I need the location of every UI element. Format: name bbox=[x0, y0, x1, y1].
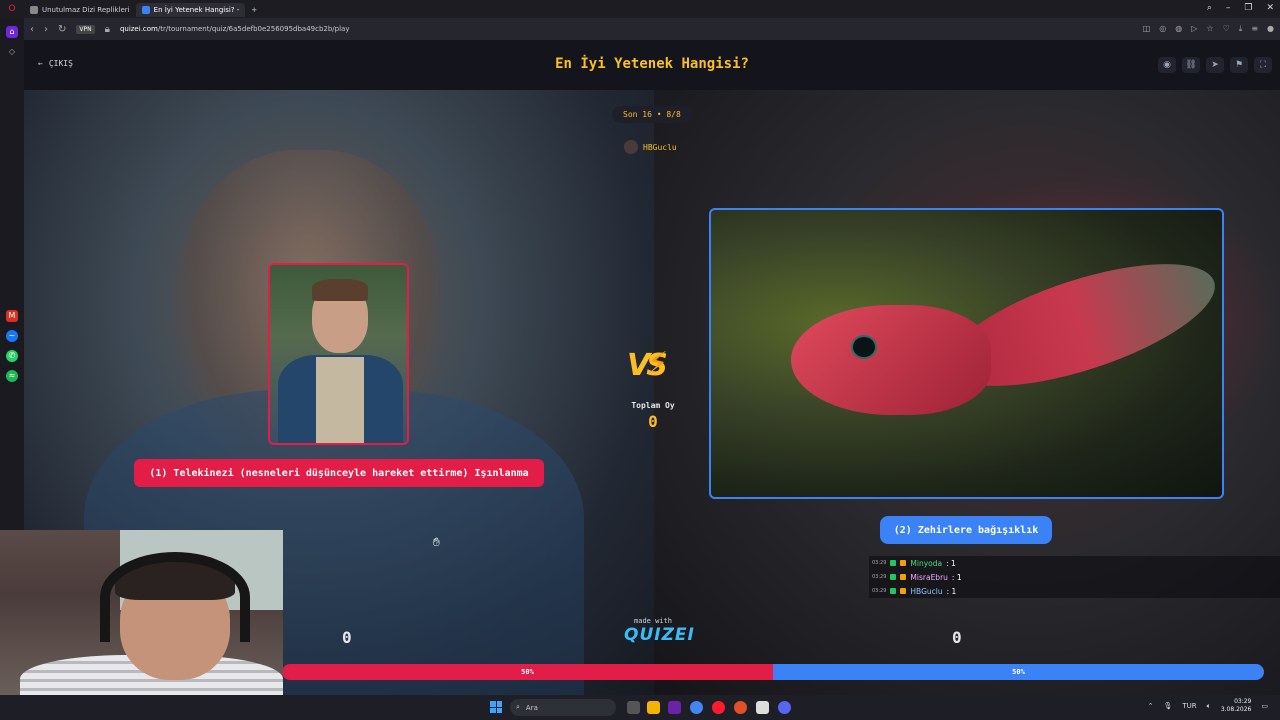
camera-icon[interactable]: ◎ bbox=[1159, 24, 1166, 34]
avatar bbox=[624, 140, 638, 154]
spotify-icon[interactable]: ≈ bbox=[6, 370, 18, 382]
windows-start-icon[interactable] bbox=[490, 701, 502, 713]
page-title: En İyi Yetenek Hangisi? bbox=[555, 56, 749, 72]
creator-tag[interactable]: HBGuclu bbox=[624, 140, 677, 154]
search-icon: ⌕ bbox=[516, 703, 520, 711]
maximize-icon[interactable]: ❐ bbox=[1244, 3, 1252, 13]
snapshot-icon[interactable]: ◫ bbox=[1143, 24, 1151, 34]
tab-quizei[interactable]: En İyi Yetenek Hangisi? - bbox=[135, 3, 246, 17]
send-icon[interactable]: ➤ bbox=[1206, 57, 1224, 73]
flag-icon[interactable]: ⚑ bbox=[1230, 57, 1248, 73]
app-icon[interactable] bbox=[668, 701, 681, 714]
menu-icon[interactable]: ≡ bbox=[1251, 24, 1258, 34]
total-votes-value: 0 bbox=[648, 412, 658, 431]
option-left-button[interactable]: (1) Telekinezi (nesneleri düşünceyle har… bbox=[134, 459, 544, 487]
chat-row: 03:29 MisraEbru: 1 bbox=[869, 570, 1280, 584]
download-icon[interactable]: ⤓ bbox=[1239, 24, 1243, 34]
discord-icon[interactable] bbox=[778, 701, 791, 714]
quizei-logo: QUIZEI bbox=[624, 625, 695, 645]
language-indicator[interactable]: TUR bbox=[1182, 702, 1196, 710]
pin-icon[interactable]: ◇ bbox=[6, 46, 18, 58]
chat-row: 03:29 Minyoda: 1 bbox=[869, 556, 1280, 570]
whatsapp-icon[interactable]: ✆ bbox=[6, 350, 18, 362]
made-with-quizei[interactable]: made with QUIZEI bbox=[624, 617, 695, 645]
vote-progress-bar: 50% 50% bbox=[282, 664, 1264, 680]
notepad-icon[interactable] bbox=[756, 701, 769, 714]
tab-favicon-icon bbox=[141, 6, 150, 14]
speaker-icon[interactable]: 🔈︎ bbox=[1207, 702, 1211, 711]
forward-arrow-icon[interactable]: › bbox=[44, 24, 48, 35]
clock[interactable]: 03:29 3.08.2026 bbox=[1221, 698, 1252, 714]
chat-row: 03:29 HBGuclu: 1 bbox=[869, 584, 1280, 598]
option-left-image[interactable] bbox=[268, 263, 409, 445]
lock-icon[interactable]: 🔒︎ bbox=[105, 24, 110, 35]
heart-icon[interactable]: ♡ bbox=[1223, 24, 1230, 34]
app-icon[interactable] bbox=[734, 701, 747, 714]
webcam-overlay bbox=[0, 530, 283, 695]
taskbar-search[interactable]: ⌕ Ara bbox=[510, 699, 616, 716]
link-icon[interactable]: ⛓ bbox=[1182, 57, 1200, 73]
taskbar: ⌕ Ara ⌃ 🎙︎ TUR 🔈︎ 03:29 3.08.2026 ▭ bbox=[0, 695, 1280, 720]
new-tab-button[interactable]: + bbox=[245, 3, 263, 17]
system-tray: ⌃ 🎙︎ TUR 🔈︎ 03:29 3.08.2026 ▭ bbox=[1148, 698, 1268, 714]
play-icon[interactable]: ▷ bbox=[1191, 24, 1197, 34]
chevron-up-icon[interactable]: ⌃ bbox=[1148, 702, 1154, 710]
plus-icon: + bbox=[251, 6, 258, 14]
tab-dizi-replikleri[interactable]: Unutulmaz Dizi Replikleri bbox=[24, 3, 136, 17]
lightning-icon: ⚡ bbox=[647, 346, 669, 381]
window-controls: ⌕ – ❐ ✕ bbox=[1207, 3, 1274, 13]
messenger-icon[interactable]: ~ bbox=[6, 330, 18, 342]
eye-icon[interactable]: ◉ bbox=[1158, 57, 1176, 73]
total-votes-label: Toplam Oy bbox=[631, 401, 675, 410]
vpn-badge[interactable]: VPN bbox=[76, 24, 95, 34]
bookmark-icon[interactable]: ☆ bbox=[1206, 24, 1213, 34]
browser-toolbar: ◫ ◎ ◍ ▷ ☆ ♡ ⤓ ≡ ● bbox=[1143, 24, 1274, 34]
back-arrow-icon[interactable]: ‹ bbox=[30, 24, 34, 35]
search-icon[interactable]: ⌕ bbox=[1207, 3, 1212, 13]
fullscreen-icon[interactable]: ⛶ bbox=[1254, 57, 1272, 73]
opera-icon[interactable] bbox=[712, 701, 725, 714]
tab-favicon-icon bbox=[30, 6, 38, 14]
close-icon[interactable]: ✕ bbox=[1266, 3, 1274, 13]
minimize-icon[interactable]: – bbox=[1226, 3, 1231, 13]
vs-logo: VS ⚡ bbox=[627, 346, 669, 383]
opera-logo-icon[interactable]: O bbox=[0, 4, 24, 14]
address-bar: ‹ › ↻ VPN 🔒︎ quizei.com/tr/tournament/qu… bbox=[24, 18, 1280, 40]
browser-tab-bar: O Unutulmaz Dizi Replikleri En İyi Yeten… bbox=[0, 0, 1280, 18]
shield-icon[interactable]: ◍ bbox=[1175, 24, 1182, 34]
mouse-cursor: ✋︎ bbox=[433, 535, 440, 549]
option-right-image[interactable] bbox=[709, 208, 1224, 499]
home-icon[interactable]: ⌂ bbox=[6, 26, 18, 38]
progress-right: 50% bbox=[773, 664, 1264, 680]
gmail-icon[interactable]: M bbox=[6, 310, 18, 322]
header-actions: ◉ ⛓ ➤ ⚑ ⛶ bbox=[1158, 57, 1272, 73]
task-view-icon[interactable] bbox=[627, 701, 640, 714]
right-score: 0 bbox=[952, 628, 962, 647]
progress-left: 50% bbox=[282, 664, 773, 680]
file-explorer-icon[interactable] bbox=[647, 701, 660, 714]
reload-icon[interactable]: ↻ bbox=[58, 24, 66, 35]
option-right-button[interactable]: (2) Zehirlere bağışıklık bbox=[880, 516, 1052, 544]
left-score: 0 bbox=[342, 628, 352, 647]
notification-icon[interactable]: ▭ bbox=[1261, 702, 1268, 710]
profile-icon[interactable]: ● bbox=[1267, 24, 1274, 34]
url-field[interactable]: quizei.com/tr/tournament/quiz/6a5defb0e2… bbox=[120, 25, 350, 33]
vote-chat-overlay: 03:29 Minyoda: 1 03:29 MisraEbru: 1 03:2… bbox=[869, 556, 1280, 598]
round-indicator: Son 16 • 8/8 bbox=[612, 106, 692, 123]
mic-icon[interactable]: 🎙︎ bbox=[1163, 702, 1172, 710]
quiz-header: ← ÇIKIŞ En İyi Yetenek Hangisi? ◉ ⛓ ➤ ⚑ … bbox=[24, 40, 1280, 90]
chrome-icon[interactable] bbox=[690, 701, 703, 714]
